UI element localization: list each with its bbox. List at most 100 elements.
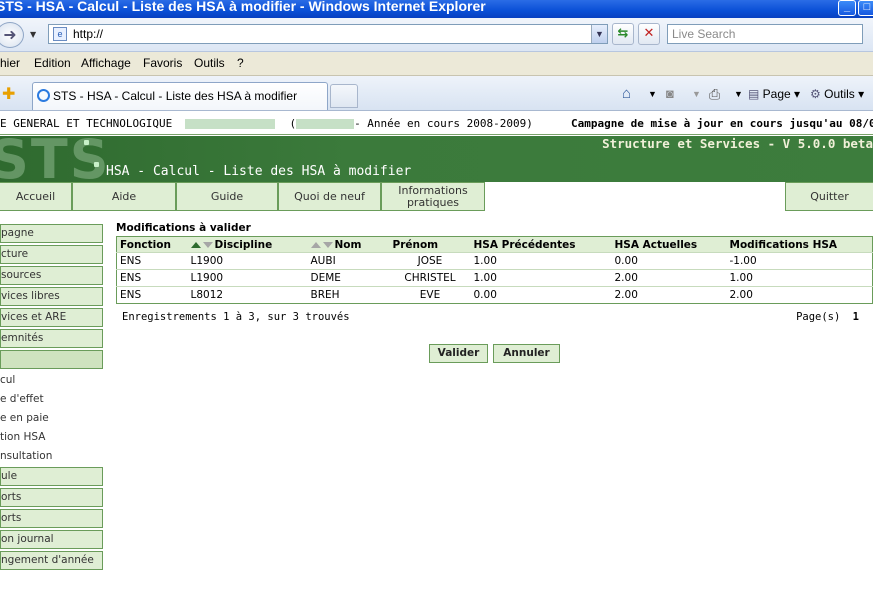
menu-fichier[interactable]: hier: [0, 52, 20, 75]
establishment-info-line: E GENERAL ET TECHNOLOGIQUE (- Année en c…: [0, 111, 873, 135]
app-banner: STS Structure et Services - V 5.0.0 beta…: [0, 136, 873, 182]
sidebar-item-indemnites[interactable]: emnités: [0, 329, 103, 348]
feeds-icon[interactable]: ◙: [666, 84, 674, 104]
sidebar-sub-edition-hsa[interactable]: tion HSA: [0, 431, 45, 443]
address-input[interactable]: e http:// ▼: [48, 24, 608, 44]
col-nom-header[interactable]: Nom: [307, 236, 390, 253]
cell-fonction: ENS: [116, 286, 188, 304]
cell-fonction: ENS: [116, 252, 188, 270]
nav-quitter[interactable]: Quitter: [785, 182, 873, 211]
nav-quoi-de-neuf[interactable]: Quoi de neuf: [278, 182, 381, 211]
cell-modifications: 1.00: [726, 269, 873, 287]
address-toolbar: ➜ ▼ e http:// ▼ ⇆ ✕ Live Search: [0, 18, 873, 52]
home-dropdown-icon[interactable]: ▼: [648, 84, 657, 104]
history-dropdown-icon[interactable]: ▼: [30, 30, 36, 39]
col-fonction: Fonction: [116, 236, 188, 253]
sidebar-item-ressources[interactable]: sources: [0, 266, 103, 285]
tools-menu-label: Outils: [824, 87, 855, 101]
print-icon[interactable]: ⎙: [709, 84, 720, 104]
back-arrow-icon[interactable]: ➜: [0, 22, 24, 48]
address-dropdown-icon[interactable]: ▼: [591, 25, 607, 43]
page-title: HSA - Calcul - Liste des HSA à modifier: [106, 164, 412, 179]
ie-icon: [37, 89, 50, 102]
sidebar-sub-calcul[interactable]: cul: [0, 374, 15, 386]
sidebar-item-services-are[interactable]: vices et ARE: [0, 308, 103, 327]
sidebar-item-campagne[interactable]: pagne: [0, 224, 103, 243]
sidebar-sub-consultation[interactable]: nsultation: [0, 450, 52, 462]
menu-edition[interactable]: Edition: [34, 52, 71, 75]
stop-icon[interactable]: ✕: [638, 23, 660, 45]
table-row[interactable]: ENS L1900 DEME CHRISTEL 1.00 2.00 1.00: [116, 269, 873, 287]
sidebar-sub-mise-en-paie[interactable]: e en paie: [0, 412, 49, 424]
redacted-block: [184, 119, 275, 129]
menu-affichage[interactable]: Affichage: [81, 52, 131, 75]
sidebar-item-exports[interactable]: orts: [0, 509, 103, 528]
maximize-icon[interactable]: □: [858, 0, 873, 16]
sts-logo: STS: [0, 136, 111, 182]
table-row[interactable]: ENS L8012 BREH EVE 0.00 2.00 2.00: [116, 286, 873, 304]
menu-help[interactable]: ?: [237, 52, 244, 75]
sidebar-item-imports[interactable]: orts: [0, 488, 103, 507]
redacted-block: [296, 119, 355, 129]
browser-tab-active[interactable]: STS - HSA - Calcul - Liste des HSA à mod…: [32, 82, 328, 110]
nav-accueil[interactable]: Accueil: [0, 182, 72, 211]
sidebar-item-services-libres[interactable]: vices libres: [0, 287, 103, 306]
validate-button[interactable]: Valider: [429, 344, 488, 363]
nav-guide[interactable]: Guide: [176, 182, 278, 211]
logo-dot: [94, 162, 99, 167]
nav-informations-pratiques[interactable]: Informations pratiques: [381, 182, 485, 211]
cell-discipline: L1900: [187, 269, 308, 287]
sort-desc-icon[interactable]: [322, 241, 333, 248]
cell-discipline: L8012: [187, 286, 308, 304]
add-favorite-icon[interactable]: ✚: [2, 84, 15, 104]
minimize-icon[interactable]: _: [838, 0, 856, 16]
sort-asc-icon[interactable]: [190, 241, 201, 248]
main-navigation: Accueil Aide Guide Quoi de neuf Informat…: [0, 182, 873, 212]
cell-prenom: EVE: [389, 286, 471, 304]
sidebar-item-module[interactable]: ule: [0, 467, 103, 486]
home-icon[interactable]: ⌂: [622, 84, 631, 104]
refresh-icon[interactable]: ⇆: [612, 23, 634, 45]
cell-hsa-precedentes: 0.00: [470, 286, 612, 304]
cancel-button[interactable]: Annuler: [493, 344, 560, 363]
cell-hsa-actuelles: 2.00: [611, 269, 727, 287]
menu-favoris[interactable]: Favoris: [143, 52, 182, 75]
page-link-current[interactable]: 1: [853, 311, 859, 323]
cell-modifications: 2.00: [726, 286, 873, 304]
col-hsa-actuelles: HSA Actuelles: [611, 236, 727, 253]
nav-aide[interactable]: Aide: [72, 182, 176, 211]
cell-hsa-precedentes: 1.00: [470, 269, 612, 287]
hsa-table: Fonction Discipline Nom Prénom HSA Précé…: [116, 236, 873, 304]
establishment-name: E GENERAL ET TECHNOLOGIQUE: [0, 117, 173, 130]
col-prenom: Prénom: [389, 236, 471, 253]
page-menu-button[interactable]: ▤ Page ▾: [748, 84, 800, 104]
col-hsa-precedentes: HSA Précédentes: [470, 236, 612, 253]
gear-icon: ⚙: [810, 87, 821, 101]
cell-discipline: L1900: [187, 252, 308, 270]
cell-prenom: CHRISTEL: [389, 269, 471, 287]
print-dropdown-icon[interactable]: ▼: [734, 84, 743, 104]
sidebar-item-consultation-journal[interactable]: on journal: [0, 530, 103, 549]
new-tab-button[interactable]: [330, 84, 358, 108]
sidebar-sub-date-effet[interactable]: e d'effet: [0, 393, 44, 405]
cell-hsa-actuelles: 2.00: [611, 286, 727, 304]
tools-menu-button[interactable]: ⚙ Outils ▾: [810, 84, 864, 104]
sidebar-item-structure[interactable]: cture: [0, 245, 103, 264]
sort-asc-icon[interactable]: [310, 241, 321, 248]
sort-desc-icon[interactable]: [202, 241, 213, 248]
sidebar-item-changement-annee[interactable]: ngement d'année: [0, 551, 103, 570]
col-discipline: Discipline: [214, 238, 273, 251]
feeds-dropdown-icon[interactable]: ▼: [692, 84, 701, 104]
cell-hsa-precedentes: 1.00: [470, 252, 612, 270]
sidebar-item-hsa[interactable]: [0, 350, 103, 369]
paren-open: (: [289, 117, 297, 130]
menu-outils[interactable]: Outils: [194, 52, 225, 75]
cell-prenom: JOSE: [389, 252, 471, 270]
table-header-row: Fonction Discipline Nom Prénom HSA Précé…: [116, 236, 873, 253]
nav-informations-line2: pratiques: [406, 196, 460, 209]
table-row[interactable]: ENS L1900 AUBI JOSE 1.00 0.00 -1.00: [116, 252, 873, 270]
col-discipline-header[interactable]: Discipline: [187, 236, 308, 253]
page-menu-icon: ▤: [748, 87, 763, 101]
live-search-input[interactable]: Live Search: [667, 24, 863, 44]
pagination: Page(s) 1: [796, 311, 859, 323]
